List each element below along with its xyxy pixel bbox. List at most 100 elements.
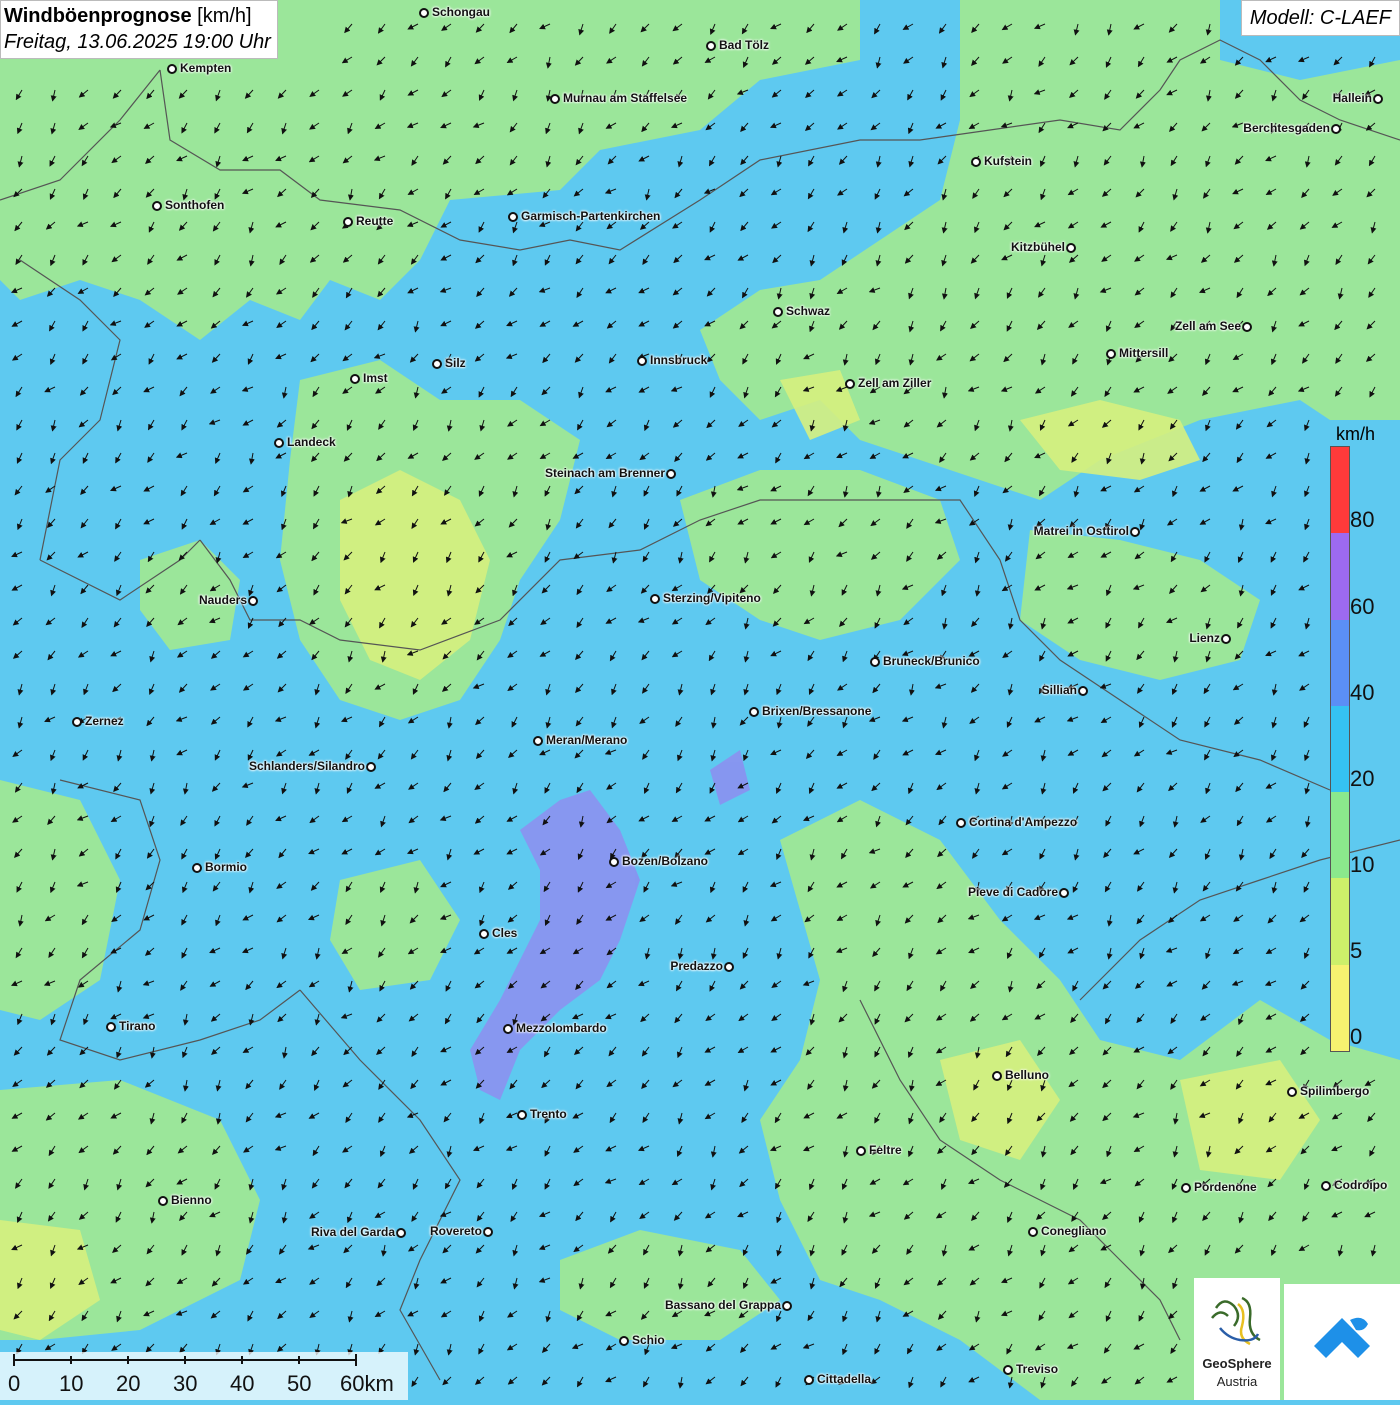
city-label: Bad Tölz	[719, 38, 769, 52]
scale-label: 50	[287, 1371, 312, 1396]
city-label: Meran/Merano	[546, 733, 628, 747]
geosphere-logo[interactable]: GeoSphere Austria	[1194, 1278, 1280, 1400]
city-label: Pieve di Cadore	[967, 885, 1058, 899]
city-marker	[782, 1301, 792, 1311]
city-label: Conegliano	[1041, 1224, 1107, 1238]
city-marker	[158, 1196, 168, 1206]
city-marker	[992, 1071, 1002, 1081]
city-label: Zernez	[85, 714, 124, 728]
city-marker	[609, 857, 619, 867]
legend-label-40: 40	[1350, 680, 1375, 705]
city-label: Innsbruck	[650, 353, 708, 367]
city-marker	[508, 212, 518, 222]
city-label: Bienno	[171, 1193, 212, 1207]
city-label: Kufstein	[984, 154, 1032, 168]
map-title: Windböenprognose	[4, 5, 192, 27]
city-marker	[503, 1024, 513, 1034]
city-marker	[479, 929, 489, 939]
city-label: Schio	[632, 1333, 665, 1347]
city-marker	[1181, 1183, 1191, 1193]
city-marker	[637, 356, 647, 366]
city-label: Garmisch-Partenkirchen	[521, 209, 661, 223]
city-marker	[650, 594, 660, 604]
city-label: Rovereto	[429, 1224, 482, 1238]
city-marker	[152, 201, 162, 211]
city-marker	[248, 596, 258, 606]
legend-label-5: 5	[1350, 938, 1363, 963]
city-label: Schwaz	[786, 304, 831, 318]
city-label: Schlanders/Silandro	[248, 759, 365, 773]
city-label: Feltre	[869, 1143, 902, 1157]
app-logo-icon	[1314, 1317, 1370, 1358]
city-marker	[971, 157, 981, 167]
legend-segment-0	[1331, 964, 1349, 1051]
city-marker	[804, 1375, 814, 1385]
city-marker	[749, 707, 759, 717]
city-marker	[724, 962, 734, 972]
legend-unit: km/h	[1336, 424, 1376, 444]
city-marker	[1321, 1181, 1331, 1191]
city-label: Spilimbergo	[1300, 1084, 1370, 1098]
city-label: Riva del Garda	[310, 1225, 395, 1239]
city-marker	[350, 374, 360, 384]
city-marker	[533, 736, 543, 746]
city-marker	[1059, 888, 1069, 898]
city-label: Schongau	[432, 5, 491, 19]
city-marker	[343, 217, 353, 227]
city-marker	[106, 1022, 116, 1032]
city-label: Steinach am Brenner	[544, 466, 665, 480]
city-label: Trento	[530, 1107, 567, 1121]
city-marker	[619, 1336, 629, 1346]
app-logo[interactable]	[1284, 1284, 1400, 1400]
city-marker	[666, 469, 676, 479]
legend-segment-60	[1331, 533, 1349, 620]
forecast-datetime: Freitag, 13.06.2025 19:00 Uhr	[4, 31, 271, 53]
geosphere-logo-icon	[1211, 1296, 1261, 1346]
city-marker	[1078, 686, 1088, 696]
city-label: Reutte	[356, 214, 394, 228]
city-marker	[1221, 634, 1231, 644]
city-label: Bozen/Bolzano	[622, 854, 708, 868]
city-marker	[396, 1228, 406, 1238]
city-label: Imst	[363, 371, 388, 385]
city-label: Silz	[445, 356, 466, 370]
scale-label: 20	[116, 1371, 141, 1396]
city-label: Kitzbühel	[1011, 240, 1065, 254]
city-label: Sterzing/Vipiteno	[663, 591, 761, 605]
legend-segment-5	[1331, 878, 1349, 965]
title-line: Windböenprognose [km/h]	[4, 3, 271, 29]
city-marker	[419, 8, 429, 18]
city-marker	[1106, 349, 1116, 359]
city-marker	[366, 762, 376, 772]
city-marker	[856, 1146, 866, 1156]
city-label: Brixen/Bressanone	[762, 704, 872, 718]
city-marker	[1130, 527, 1140, 537]
city-marker	[1373, 94, 1383, 104]
title-box: Windböenprognose [km/h] Freitag, 13.06.2…	[0, 0, 278, 59]
city-label: Lienz	[1189, 631, 1220, 645]
legend-segment-40	[1331, 619, 1349, 706]
legend-label-60: 60	[1350, 594, 1375, 619]
city-label: Tirano	[119, 1019, 156, 1033]
city-marker	[1003, 1365, 1013, 1375]
geosphere-logo-subtext: Austria	[1216, 1374, 1258, 1389]
city-label: Bormio	[205, 860, 247, 874]
city-label: Bassano del Grappa	[664, 1298, 781, 1312]
city-label: Cittadella	[817, 1372, 872, 1386]
city-label: Treviso	[1016, 1362, 1059, 1376]
city-marker	[845, 379, 855, 389]
scale-label: 40	[230, 1371, 255, 1396]
city-label: Mittersill	[1119, 346, 1169, 360]
city-marker	[1242, 322, 1252, 332]
legend-segment-80	[1331, 447, 1349, 534]
city-marker	[1028, 1227, 1038, 1237]
city-label: Sillian	[1041, 683, 1077, 697]
city-label: Kempten	[180, 61, 232, 75]
city-marker	[870, 657, 880, 667]
city-marker	[956, 818, 966, 828]
city-label: Matrei in Osttirol	[1033, 524, 1129, 538]
city-label: Berchtesgaden	[1243, 121, 1330, 135]
city-marker	[432, 359, 442, 369]
scale-label: 10	[59, 1371, 84, 1396]
city-label: Nauders	[198, 593, 247, 607]
